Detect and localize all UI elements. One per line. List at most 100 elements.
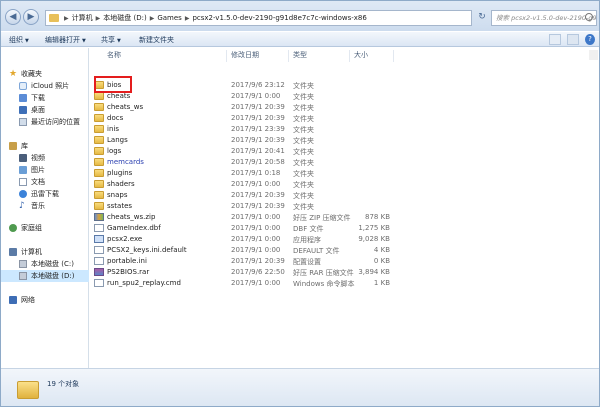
column-divider[interactable] bbox=[288, 50, 289, 62]
nav-xunlei[interactable]: 迅雷下载 bbox=[1, 188, 89, 200]
file-row[interactable]: cheats_ws.zip 2017/9/1 0:00 好压 ZIP 压缩文件 878… bbox=[90, 212, 390, 223]
scroll-up-arrow[interactable] bbox=[589, 50, 598, 60]
arrow-right-icon: ▶ bbox=[27, 12, 35, 22]
help-icon[interactable]: ? bbox=[585, 34, 595, 45]
nav-videos[interactable]: 视频 bbox=[1, 152, 89, 164]
refresh-button[interactable]: ↻ bbox=[475, 10, 489, 26]
file-row[interactable]: plugins 2017/9/1 0:18 文件夹 bbox=[90, 168, 390, 179]
column-type[interactable]: 类型 bbox=[293, 50, 307, 62]
folder-icon bbox=[94, 202, 104, 210]
column-size[interactable]: 大小 bbox=[354, 50, 368, 62]
nav-recent-label: 最近访问的位置 bbox=[31, 118, 80, 126]
nav-xunlei-label: 迅雷下载 bbox=[31, 190, 59, 198]
file-name: shaders bbox=[107, 180, 135, 188]
file-date: 2017/9/1 0:00 bbox=[231, 92, 281, 100]
bios-highlight-box bbox=[94, 76, 132, 93]
nav-videos-label: 视频 bbox=[31, 154, 45, 162]
file-row[interactable]: logs 2017/9/1 20:41 文件夹 bbox=[90, 146, 390, 157]
arrow-left-icon: ◀ bbox=[9, 12, 17, 22]
nav-pictures[interactable]: 图片 bbox=[1, 164, 89, 176]
file-row[interactable]: PCSX2_keys.ini.default 2017/9/1 0:00 DEFAU… bbox=[90, 245, 390, 256]
file-name: PCSX2_keys.ini.default bbox=[107, 246, 187, 254]
file-name: pcsx2.exe bbox=[107, 235, 143, 243]
file-row[interactable]: portable.ini 2017/9/1 20:39 配置设置 0 KB bbox=[90, 256, 390, 267]
file-row[interactable]: memcards 2017/9/1 20:58 文件夹 bbox=[90, 157, 390, 168]
nav-library[interactable]: 库 bbox=[1, 140, 89, 152]
file-name: docs bbox=[107, 114, 124, 122]
share-label: 共享 bbox=[101, 36, 115, 44]
file-row[interactable]: GameIndex.dbf 2017/9/1 0:00 DBF 文件 1,275 KB bbox=[90, 223, 390, 234]
file-size: 1 KB bbox=[373, 279, 390, 287]
breadcrumb-games[interactable]: Games bbox=[157, 14, 182, 22]
back-button[interactable]: ◀ bbox=[5, 9, 21, 25]
file-row[interactable]: sstates 2017/9/1 20:39 文件夹 bbox=[90, 201, 390, 212]
breadcrumb-computer[interactable]: 计算机 bbox=[72, 13, 93, 23]
file-date: 2017/9/1 0:18 bbox=[231, 169, 281, 177]
address-bar[interactable]: ▶ 计算机 ▶ 本地磁盘 (D:) ▶ Games ▶ pcsx2-v1.5.0… bbox=[45, 10, 472, 26]
nav-music[interactable]: ♪ 音乐 bbox=[1, 200, 89, 212]
desktop-icon bbox=[19, 106, 27, 114]
share-button[interactable]: 共享 ▼ bbox=[101, 35, 121, 45]
file-row[interactable]: pcsx2.exe 2017/9/1 0:00 应用程序 9,028 KB bbox=[90, 234, 390, 245]
file-row[interactable]: cheats_ws 2017/9/1 20:39 文件夹 bbox=[90, 102, 390, 113]
folder-icon bbox=[94, 169, 104, 177]
nav-desktop[interactable]: 桌面 bbox=[1, 104, 89, 116]
nav-network[interactable]: 网络 bbox=[1, 294, 89, 306]
file-date: 2017/9/1 0:00 bbox=[231, 235, 281, 243]
nav-downloads[interactable]: 下载 bbox=[1, 92, 89, 104]
nav-homegroup[interactable]: 家庭组 bbox=[1, 222, 89, 234]
file-type: 文件夹 bbox=[293, 137, 314, 145]
search-input[interactable]: 搜索 pcsx2-v1.5.0-dev-2190-g91d8... bbox=[491, 10, 597, 26]
organize-button[interactable]: 组织 ▼ bbox=[9, 35, 29, 45]
new-folder-button[interactable]: 新建文件夹 bbox=[139, 35, 174, 45]
folder-icon bbox=[94, 92, 104, 100]
nav-drive-d[interactable]: 本地磁盘 (D:) bbox=[1, 270, 89, 282]
view-options-icon[interactable] bbox=[549, 34, 561, 45]
file-name: plugins bbox=[107, 169, 133, 177]
column-divider[interactable] bbox=[349, 50, 350, 62]
caret-down-icon: ▼ bbox=[25, 38, 29, 44]
file-row[interactable]: shaders 2017/9/1 0:00 文件夹 bbox=[90, 179, 390, 190]
preview-pane-icon[interactable] bbox=[567, 34, 579, 45]
file-icon bbox=[94, 224, 104, 232]
caret-down-icon: ▼ bbox=[117, 38, 121, 44]
xunlei-icon bbox=[19, 190, 27, 198]
chevron-right-icon: ▶ bbox=[184, 14, 190, 22]
file-row[interactable]: docs 2017/9/1 20:39 文件夹 bbox=[90, 113, 390, 124]
nav-documents[interactable]: 文档 bbox=[1, 176, 89, 188]
file-date: 2017/9/1 20:41 bbox=[231, 147, 285, 155]
file-row[interactable]: inis 2017/9/1 23:39 文件夹 bbox=[90, 124, 390, 135]
refresh-icon: ↻ bbox=[478, 12, 486, 22]
nav-music-label: 音乐 bbox=[31, 202, 45, 210]
nav-drive-c[interactable]: 本地磁盘 (C:) bbox=[1, 258, 89, 270]
nav-favorites[interactable]: ★ 收藏夹 bbox=[1, 68, 89, 80]
nav-recent[interactable]: 最近访问的位置 bbox=[1, 116, 89, 128]
file-row[interactable]: PS2BIOS.rar 2017/9/6 22:50 好压 RAR 压缩文件 3,89… bbox=[90, 267, 390, 278]
edit-open-button[interactable]: 编辑器打开 ▼ bbox=[45, 35, 86, 45]
folder-icon bbox=[94, 103, 104, 111]
nav-drive-c-label: 本地磁盘 (C:) bbox=[31, 260, 74, 268]
file-date: 2017/9/1 20:39 bbox=[231, 191, 285, 199]
forward-button[interactable]: ▶ bbox=[23, 9, 39, 25]
column-divider[interactable] bbox=[226, 50, 227, 62]
file-size: 4 KB bbox=[373, 246, 390, 254]
column-divider[interactable] bbox=[393, 50, 394, 62]
file-row[interactable]: Langs 2017/9/1 20:39 文件夹 bbox=[90, 135, 390, 146]
breadcrumb-drive-d[interactable]: 本地磁盘 (D:) bbox=[103, 13, 146, 23]
file-row[interactable]: cheats 2017/9/1 0:00 文件夹 bbox=[90, 91, 390, 102]
column-date[interactable]: 修改日期 bbox=[231, 50, 259, 62]
file-row[interactable]: bios 2017/9/6 23:12 文件夹 bbox=[90, 80, 390, 91]
file-name: cheats_ws bbox=[107, 103, 144, 111]
nav-computer[interactable]: 计算机 bbox=[1, 246, 89, 258]
file-type: 文件夹 bbox=[293, 181, 314, 189]
file-row[interactable]: snaps 2017/9/1 20:39 文件夹 bbox=[90, 190, 390, 201]
library-icon bbox=[9, 142, 17, 150]
folder-icon bbox=[94, 125, 104, 133]
breadcrumb-pcsx2[interactable]: pcsx2-v1.5.0-dev-2190-g91d8e7c7c-windows… bbox=[192, 14, 366, 22]
navigation-pane: ★ 收藏夹 iCloud 照片 下载 桌面 最近访问的位置 库 视频 图片 文档 … bbox=[1, 48, 89, 368]
file-row[interactable]: run_spu2_replay.cmd 2017/9/1 0:00 Windows … bbox=[90, 278, 390, 289]
file-size: 0 KB bbox=[373, 257, 390, 265]
music-icon: ♪ bbox=[19, 201, 25, 211]
column-name[interactable]: 名称 bbox=[107, 50, 121, 62]
nav-icloud[interactable]: iCloud 照片 bbox=[1, 80, 89, 92]
